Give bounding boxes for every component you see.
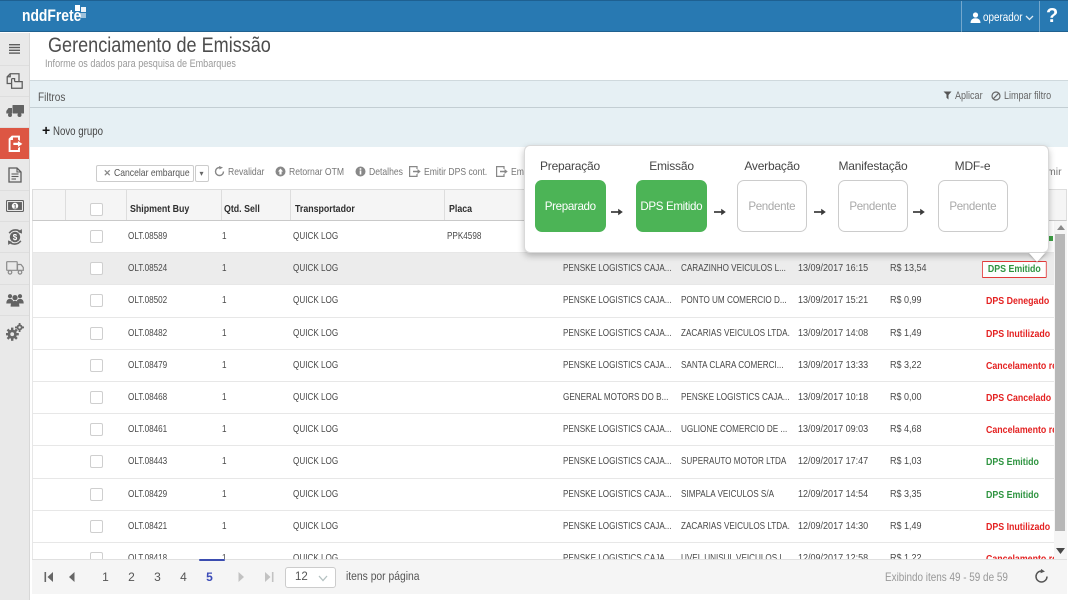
svg-text:$: $ — [12, 233, 17, 242]
svg-text:1: 1 — [13, 203, 17, 210]
